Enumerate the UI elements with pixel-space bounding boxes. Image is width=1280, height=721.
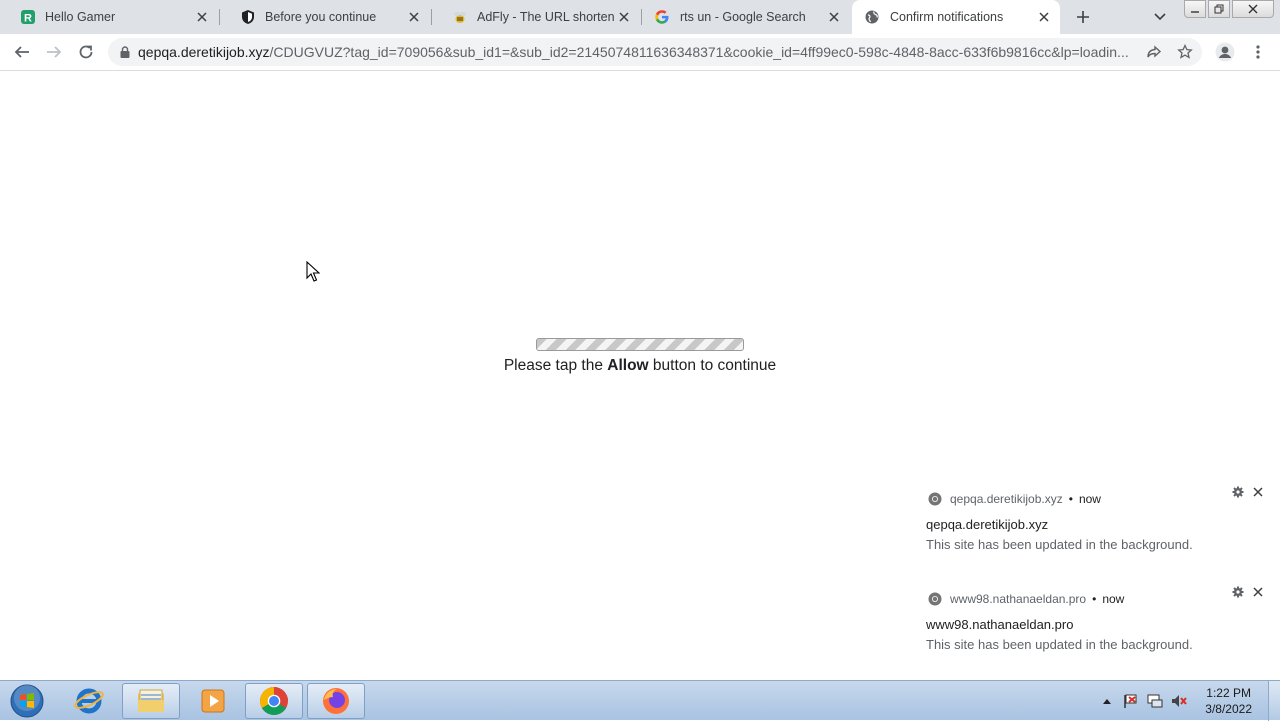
minimize-icon[interactable] (1184, 0, 1206, 18)
globe-icon (864, 9, 880, 25)
restore-icon[interactable] (1208, 0, 1230, 18)
mouse-cursor-icon (306, 260, 321, 288)
profile-avatar-icon[interactable] (1211, 38, 1239, 66)
allow-keyword: Allow (607, 357, 649, 374)
windows-taskbar: 1:22 PM 3/8/2022 (0, 680, 1280, 721)
firefox-icon[interactable] (307, 683, 365, 719)
notification-title: qepqa.deretikijob.xyz (926, 517, 1049, 532)
lock-icon[interactable] (120, 45, 132, 59)
separator-dot: • (1068, 492, 1073, 506)
close-tab-icon[interactable] (1034, 7, 1054, 27)
adfly-bee-icon (452, 9, 468, 25)
notification-time: now (1102, 592, 1125, 606)
window-close-icon[interactable] (1232, 0, 1274, 18)
tab-title: Confirm notifications (890, 10, 1004, 24)
back-icon[interactable] (8, 38, 36, 66)
notification-card[interactable]: www98.nathanaeldan.pro • now www98.natha… (912, 580, 1270, 672)
gear-icon[interactable] (1232, 586, 1244, 598)
tab-adfly[interactable]: AdFly - The URL shortener s (432, 0, 640, 34)
notification-source: www98.nathanaeldan.pro (950, 592, 1087, 606)
browser-toolbar: qepqa.deretikijob.xyz/CDUGVUZ?tag_id=709… (0, 34, 1280, 71)
notification-source: qepqa.deretikijob.xyz (950, 492, 1063, 506)
allow-prompt-text: Please tap the Allow button to continue (503, 357, 777, 374)
chrome-icon (928, 592, 942, 606)
notification-card[interactable]: qepqa.deretikijob.xyz • now qepqa.dereti… (912, 480, 1270, 572)
reload-icon[interactable] (72, 38, 100, 66)
tab-google-search[interactable]: rts un - Google Search (642, 0, 850, 34)
notification-header: www98.nathanaeldan.pro • now (928, 592, 1124, 606)
menu-kebab-icon[interactable] (1244, 38, 1272, 66)
network-icon[interactable] (1147, 693, 1163, 709)
share-icon[interactable] (1146, 44, 1162, 60)
tab-strip: R Hello Gamer Before you continue AdFly … (0, 0, 1280, 34)
notification-title: www98.nathanaeldan.pro (926, 617, 1074, 632)
show-desktop-button[interactable] (1268, 681, 1280, 721)
r-logo-icon: R (20, 9, 36, 25)
action-center-flag-icon[interactable] (1123, 693, 1139, 709)
media-player-icon[interactable] (184, 683, 242, 719)
file-explorer-icon[interactable] (122, 683, 180, 719)
notification-time: now (1078, 492, 1101, 506)
close-icon[interactable] (1250, 484, 1266, 500)
tab-hello-gamer[interactable]: R Hello Gamer (0, 0, 218, 34)
svg-text:R: R (24, 13, 32, 25)
notification-body: This site has been updated in the backgr… (926, 637, 1193, 652)
close-icon[interactable] (1250, 584, 1266, 600)
chrome-icon (928, 492, 942, 506)
internet-explorer-icon[interactable] (60, 683, 118, 719)
close-tab-icon[interactable] (192, 7, 212, 27)
notification-body: This site has been updated in the backgr… (926, 537, 1193, 552)
notification-header: qepqa.deretikijob.xyz • now (928, 492, 1101, 506)
shield-icon (240, 9, 256, 25)
google-icon (654, 9, 670, 25)
forward-icon[interactable] (40, 38, 68, 66)
clock-date: 3/8/2022 (1205, 702, 1252, 716)
address-bar[interactable]: qepqa.deretikijob.xyz/CDUGVUZ?tag_id=709… (108, 38, 1202, 66)
tab-search-chevron-down-icon[interactable] (1150, 8, 1170, 26)
show-hidden-icons-icon[interactable] (1099, 693, 1115, 709)
bookmark-star-icon[interactable] (1177, 43, 1193, 60)
tab-title: Hello Gamer (45, 10, 116, 24)
tab-title: rts un - Google Search (680, 10, 806, 24)
chrome-icon[interactable] (245, 683, 303, 719)
start-orb-icon[interactable] (0, 683, 54, 719)
volume-muted-icon[interactable] (1171, 693, 1187, 709)
tab-title: Before you continue (265, 10, 377, 24)
url-text[interactable]: qepqa.deretikijob.xyz/CDUGVUZ?tag_id=709… (138, 44, 1128, 60)
url-path: /CDUGVUZ?tag_id=709056&sub_id1=&sub_id2=… (269, 44, 1128, 60)
new-tab-icon[interactable] (1072, 6, 1094, 28)
url-host: qepqa.deretikijob.xyz (138, 44, 270, 60)
close-tab-icon[interactable] (824, 7, 844, 27)
system-clock[interactable]: 1:22 PM 3/8/2022 (1205, 685, 1252, 717)
loading-progress-bar (536, 338, 744, 351)
tab-confirm-notifications[interactable]: Confirm notifications (852, 0, 1060, 34)
close-tab-icon[interactable] (404, 7, 424, 27)
gear-icon[interactable] (1232, 486, 1244, 498)
close-tab-icon[interactable] (614, 7, 634, 27)
clock-time: 1:22 PM (1206, 686, 1251, 700)
tab-title: AdFly - The URL shortener s (477, 10, 614, 24)
separator-dot: • (1092, 592, 1097, 606)
tab-before-you-continue[interactable]: Before you continue (220, 0, 430, 34)
